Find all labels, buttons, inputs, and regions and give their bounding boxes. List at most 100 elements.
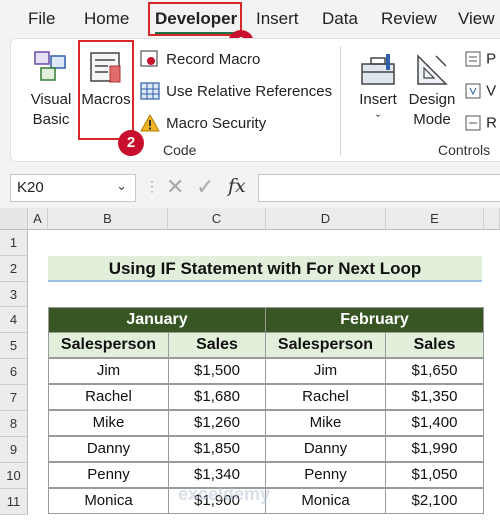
column-header-e[interactable]: E [386,208,484,230]
table-cell[interactable]: $1,050 [385,462,484,488]
column-header-a[interactable]: A [28,208,48,230]
header-sales[interactable]: Sales [385,332,484,358]
insert-dropdown-chevron-icon: ˇ [375,112,381,127]
tab-file[interactable]: File [28,9,55,29]
name-box[interactable]: K20 ⌄ [10,174,136,202]
table-cell[interactable]: Mike [265,410,386,436]
code-group-label: Code [163,142,197,158]
design-mode-icon [417,54,448,85]
tab-insert[interactable]: Insert [256,9,299,29]
insert-function-icon[interactable]: fx [228,175,246,197]
table-cell[interactable]: Jim [48,358,169,384]
table-cell[interactable]: Monica [265,488,386,514]
toolbox-icon [361,54,395,85]
properties-button[interactable]: P [464,50,496,68]
view-code-button[interactable]: V [464,82,496,100]
relative-references-label: Use Relative References [166,82,333,100]
view-code-icon [465,83,481,99]
row-header-11[interactable]: 11 [0,489,28,515]
row-header-6[interactable]: 6 [0,359,28,385]
warning-icon [140,113,160,132]
record-macro-label: Record Macro [166,50,261,68]
table-cell[interactable]: Rachel [265,384,386,410]
worksheet-grid: A B C D E 1 2 3 4 5 6 7 8 9 10 11 Using … [0,208,500,528]
table-cell[interactable]: $1,650 [385,358,484,384]
record-macro-button[interactable]: Record Macro [140,49,260,69]
macro-security-label: Macro Security [166,114,267,132]
cancel-icon[interactable]: ✕ [166,174,184,200]
sheet-title[interactable]: Using IF Statement with For Next Loop [48,256,482,282]
table-cell[interactable]: $1,400 [385,410,484,436]
run-dialog-label: R [486,114,498,132]
column-header-d[interactable]: D [266,208,386,230]
run-dialog-button[interactable]: R [464,114,497,132]
table-cell[interactable]: Rachel [48,384,169,410]
insert-controls-button[interactable]: Insert ˇ [355,46,401,136]
header-sales[interactable]: Sales [168,332,266,358]
chevron-down-icon[interactable]: ⌄ [116,178,127,194]
row-header-8[interactable]: 8 [0,411,28,437]
drag-handle-icon[interactable]: ⋮ [145,178,159,195]
design-mode-button[interactable]: Design Mode [405,46,459,136]
select-all-corner[interactable] [0,208,28,230]
step-badge-2: 2 [118,130,144,156]
table-cell[interactable]: Danny [48,436,169,462]
menu-bar: File Home Developer Insert Data Review V… [0,0,500,38]
visual-basic-icon [34,51,66,81]
column-header-b[interactable]: B [48,208,168,230]
design-mode-label-line2: Mode [413,111,451,128]
macros-highlight-box [78,40,134,140]
table-cell[interactable]: Monica [48,488,169,514]
table-cell[interactable]: Danny [265,436,386,462]
view-code-label: V [486,82,497,100]
header-salesperson[interactable]: Salesperson [48,332,169,358]
table-cell[interactable]: $1,850 [168,436,266,462]
visual-basic-label-line2: Basic [32,111,70,128]
table-cell[interactable]: Jim [265,358,386,384]
record-macro-icon [140,50,158,67]
row-header-5[interactable]: 5 [0,333,28,359]
design-mode-label-line1: Design [408,91,456,108]
row-header-10[interactable]: 10 [0,463,28,489]
name-box-value: K20 [17,179,44,196]
insert-label: Insert [359,91,397,108]
tab-view[interactable]: View [458,9,495,29]
enter-icon[interactable]: ✓ [196,174,214,200]
month-header-february[interactable]: February [265,307,484,333]
row-header-3[interactable]: 3 [0,282,28,307]
tab-data[interactable]: Data [322,9,358,29]
column-header-f[interactable] [484,208,500,230]
controls-group-label: Controls [438,142,491,158]
formula-input[interactable] [258,174,500,202]
relative-references-icon [140,82,160,100]
table-cell[interactable]: $1,500 [168,358,266,384]
table-cell[interactable]: Penny [265,462,386,488]
watermark: exceldemy [178,484,271,504]
row-header-7[interactable]: 7 [0,385,28,411]
row-header-4[interactable]: 4 [0,307,28,333]
properties-label: P [486,50,497,68]
macro-security-button[interactable]: Macro Security [140,113,266,133]
table-cell[interactable]: $1,260 [168,410,266,436]
tab-review[interactable]: Review [381,9,437,29]
table-cell[interactable]: $2,100 [385,488,484,514]
run-dialog-icon [465,115,481,131]
month-header-january[interactable]: January [48,307,266,333]
tab-home[interactable]: Home [84,9,129,29]
row-header-9[interactable]: 9 [0,437,28,463]
row-header-1[interactable]: 1 [0,230,28,256]
visual-basic-button[interactable]: Visual Basic [22,46,80,136]
visual-basic-label-line1: Visual [30,91,72,108]
table-cell[interactable]: $1,990 [385,436,484,462]
formula-buttons: ✕ ✓ fx [160,174,252,202]
table-cell[interactable]: $1,680 [168,384,266,410]
table-cell[interactable]: Mike [48,410,169,436]
properties-icon [465,51,481,67]
header-salesperson[interactable]: Salesperson [265,332,386,358]
table-cell[interactable]: Penny [48,462,169,488]
row-header-2[interactable]: 2 [0,256,28,282]
column-header-c[interactable]: C [168,208,266,230]
table-cell[interactable]: $1,350 [385,384,484,410]
developer-highlight-box [148,2,242,36]
relative-references-button[interactable]: Use Relative References [140,81,332,101]
